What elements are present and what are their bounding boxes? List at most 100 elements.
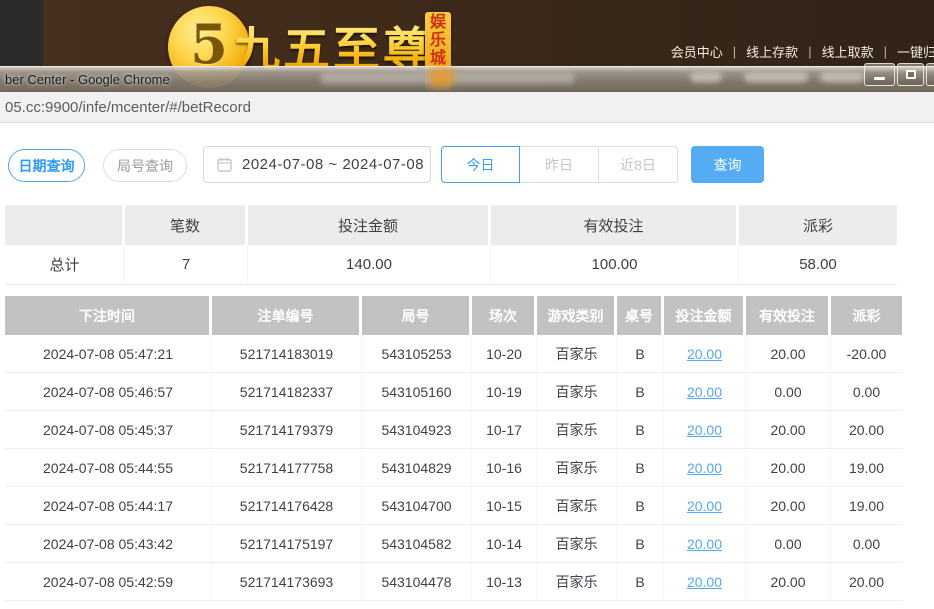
- nav-online-deposit[interactable]: 线上存款: [746, 42, 798, 61]
- cell-session: 10-13: [472, 563, 537, 601]
- col-table-no: 桌号: [617, 296, 664, 335]
- cell-payout: 19.00: [831, 487, 902, 525]
- browser-urlbar[interactable]: 05.cc:9900/infe/mcenter/#/betRecord: [0, 92, 934, 123]
- cell-time: 2024-07-08 05:47:21: [5, 335, 212, 373]
- cell-payout: 0.00: [831, 373, 902, 411]
- cell-table-no: B: [617, 449, 664, 487]
- table-row: 2024-07-08 05:43:42 521714175197 5431045…: [5, 525, 902, 563]
- cell-game: 百家乐: [537, 411, 617, 449]
- cell-table-no: B: [617, 373, 664, 411]
- cell-time: 2024-07-08 05:46:57: [5, 373, 212, 411]
- cell-payout: 19.00: [831, 449, 902, 487]
- nav-one-key-transfer[interactable]: 一键归: [897, 42, 934, 61]
- nav-separator: |: [733, 44, 736, 59]
- cell-table-no: B: [617, 335, 664, 373]
- nav-member-center[interactable]: 会员中心: [671, 42, 723, 61]
- col-session: 场次: [472, 296, 537, 335]
- filter-bar: 日期查询 局号查询 2024-07-08 ~ 2024-07-08 今日 昨日 …: [8, 146, 764, 183]
- nav-separator: |: [884, 44, 887, 59]
- cell-bet-no: 521714179379: [212, 411, 362, 449]
- bet-amount-link[interactable]: 20.00: [687, 536, 722, 552]
- date-range-value: 2024-07-08 ~ 2024-07-08: [242, 156, 424, 173]
- cell-valid: 20.00: [746, 449, 831, 487]
- summary-count-value: 7: [125, 245, 248, 285]
- cell-time: 2024-07-08 05:45:37: [5, 411, 212, 449]
- redacted-blur: [429, 68, 454, 87]
- cell-time: 2024-07-08 05:44:17: [5, 487, 212, 525]
- cell-payout: 0.00: [831, 525, 902, 563]
- url-text: 05.cc:9900/infe/mcenter/#/betRecord: [5, 99, 251, 116]
- cell-session: 10-16: [472, 449, 537, 487]
- search-button[interactable]: 查询: [691, 146, 764, 183]
- maximize-button[interactable]: [897, 63, 924, 86]
- bet-amount-link[interactable]: 20.00: [687, 422, 722, 438]
- cell-session: 10-20: [472, 335, 537, 373]
- bet-record-table: 下注时间 注单编号 局号 场次 游戏类别 桌号 投注金额 有效投注 派彩 202…: [5, 296, 902, 601]
- summary-header-bet-amount: 投注金额: [248, 205, 491, 245]
- cell-round-no: 543104923: [362, 411, 472, 449]
- cell-round-no: 543105160: [362, 373, 472, 411]
- cell-game: 百家乐: [537, 373, 617, 411]
- redacted-blur: [820, 72, 864, 82]
- summary-table: 笔数 投注金额 有效投注 派彩 总计 7 140.00 100.00 58.00: [5, 205, 897, 285]
- bet-amount-link[interactable]: 20.00: [687, 574, 722, 590]
- cell-time: 2024-07-08 05:44:55: [5, 449, 212, 487]
- cell-valid: 0.00: [746, 373, 831, 411]
- bet-amount-link[interactable]: 20.00: [687, 460, 722, 476]
- redacted-blur: [744, 72, 808, 82]
- col-amount: 投注金额: [664, 296, 746, 335]
- round-query-tab[interactable]: 局号查询: [103, 149, 187, 182]
- header-black-corner: [0, 0, 43, 66]
- cell-valid: 20.00: [746, 411, 831, 449]
- date-range-input[interactable]: 2024-07-08 ~ 2024-07-08: [203, 146, 431, 183]
- col-payout: 派彩: [831, 296, 902, 335]
- cell-valid: 20.00: [746, 487, 831, 525]
- cell-bet-no: 521714177758: [212, 449, 362, 487]
- cell-session: 10-15: [472, 487, 537, 525]
- summary-header-valid-bet: 有效投注: [491, 205, 739, 245]
- cell-game: 百家乐: [537, 335, 617, 373]
- cell-payout: -20.00: [831, 335, 902, 373]
- cell-bet-no: 521714173693: [212, 563, 362, 601]
- badge-char: 娱: [430, 14, 446, 32]
- bet-amount-link[interactable]: 20.00: [687, 346, 722, 362]
- close-button[interactable]: [926, 63, 934, 86]
- cell-round-no: 543105253: [362, 335, 472, 373]
- cell-bet-no: 521714176428: [212, 487, 362, 525]
- cell-valid: 20.00: [746, 563, 831, 601]
- summary-header-count: 笔数: [125, 205, 248, 245]
- maximize-icon: [906, 70, 916, 79]
- cell-round-no: 543104478: [362, 563, 472, 601]
- summary-header-row: 笔数 投注金额 有效投注 派彩: [5, 205, 897, 245]
- today-button[interactable]: 今日: [441, 146, 520, 183]
- table-row: 2024-07-08 05:44:55 521714177758 5431048…: [5, 449, 902, 487]
- redacted-blur: [690, 72, 722, 82]
- cell-payout: 20.00: [831, 563, 902, 601]
- cell-session: 10-17: [472, 411, 537, 449]
- cell-game: 百家乐: [537, 563, 617, 601]
- cell-session: 10-19: [472, 373, 537, 411]
- table-row: 2024-07-08 05:46:57 521714182337 5431051…: [5, 373, 902, 411]
- window-title: ber Center - Google Chrome: [5, 72, 170, 87]
- table-row: 2024-07-08 05:47:21 521714183019 5431052…: [5, 335, 902, 373]
- cell-valid: 20.00: [746, 335, 831, 373]
- cell-table-no: B: [617, 563, 664, 601]
- col-round-no: 局号: [362, 296, 472, 335]
- bet-amount-link[interactable]: 20.00: [687, 498, 722, 514]
- cell-bet-no: 521714175197: [212, 525, 362, 563]
- nav-online-withdraw[interactable]: 线上取款: [822, 42, 874, 61]
- last-8-days-button[interactable]: 近8日: [599, 146, 678, 183]
- cell-valid: 0.00: [746, 525, 831, 563]
- cell-table-no: B: [617, 525, 664, 563]
- cell-round-no: 543104829: [362, 449, 472, 487]
- cell-bet-no: 521714182337: [212, 373, 362, 411]
- date-query-tab[interactable]: 日期查询: [8, 149, 85, 182]
- col-bet-no: 注单编号: [212, 296, 362, 335]
- bet-amount-link[interactable]: 20.00: [687, 384, 722, 400]
- summary-header-payout: 派彩: [739, 205, 897, 245]
- minimize-button[interactable]: [864, 63, 895, 86]
- cell-round-no: 543104700: [362, 487, 472, 525]
- cell-game: 百家乐: [537, 487, 617, 525]
- yesterday-button[interactable]: 昨日: [520, 146, 599, 183]
- top-nav: 会员中心 | 线上存款 | 线上取款 | 一键归: [671, 42, 934, 61]
